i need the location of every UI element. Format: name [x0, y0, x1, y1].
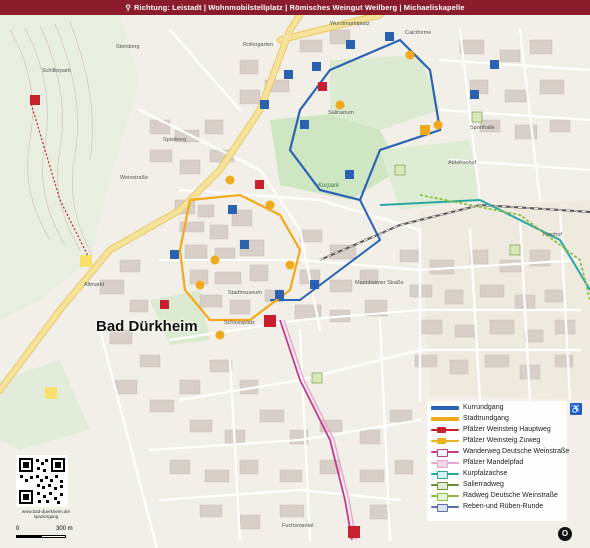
location-pin-icon: ⚲	[125, 3, 132, 12]
legend-label: Pfälzer Mandelpfad	[463, 459, 524, 466]
scale-zero-label: 0	[16, 526, 20, 532]
route-swatch	[431, 406, 459, 410]
direction-header: ⚲ Richtung: Leistadt | Wohnmobilstellplat…	[0, 0, 590, 15]
scale-distance-label: 300 m	[56, 526, 73, 532]
legend-label: Reben-und Rüben-Runde	[463, 503, 544, 510]
legend-label: Kurrundgang	[463, 404, 504, 411]
qr-code-pattern	[19, 458, 65, 504]
bicycle-icon	[437, 482, 448, 490]
legend-label: Kurpfalzachse	[463, 470, 508, 477]
qr-url-text: www.bad-duerkheim.de/ spaziergang	[21, 509, 71, 519]
route-swatch	[431, 417, 459, 421]
bicycle-icon	[437, 504, 448, 512]
bicycle-icon	[437, 471, 448, 479]
legend-label: Pfälzer Weinsteig Hauptweg	[463, 426, 551, 433]
map-canvas[interactable]: Steinberg Spielberg Rollergarten Wurstma…	[0, 0, 590, 548]
almond-icon	[437, 460, 448, 468]
wanderweg-icon	[437, 449, 448, 457]
legend-label: Wanderweg Deutsche Weinstraße	[463, 448, 570, 455]
wheelchair-icon: ♿	[570, 403, 582, 415]
city-label: Bad Dürkheim	[96, 318, 198, 335]
scale-bar: 0 300 m	[16, 526, 76, 540]
qr-code[interactable]	[16, 455, 68, 507]
direction-header-text: Richtung: Leistadt | Wohnmobilstellplatz…	[134, 3, 465, 12]
legend-label: Pfälzer Weinsteig Zuweg	[463, 437, 541, 444]
legend-label: Salierradweg	[463, 481, 504, 488]
legend-label: Stadtrundgang	[463, 415, 509, 422]
map-legend: Kurrundgang Stadtrundgang Pfälzer Weinst…	[427, 401, 570, 521]
scale-bar-segment	[41, 535, 66, 538]
bicycle-icon	[437, 493, 448, 501]
legend-label: Radweg Deutsche Weinstraße	[463, 492, 558, 499]
weinsteig-icon	[437, 438, 446, 444]
orientation-icon: O	[558, 527, 572, 541]
weinsteig-icon	[437, 427, 446, 433]
